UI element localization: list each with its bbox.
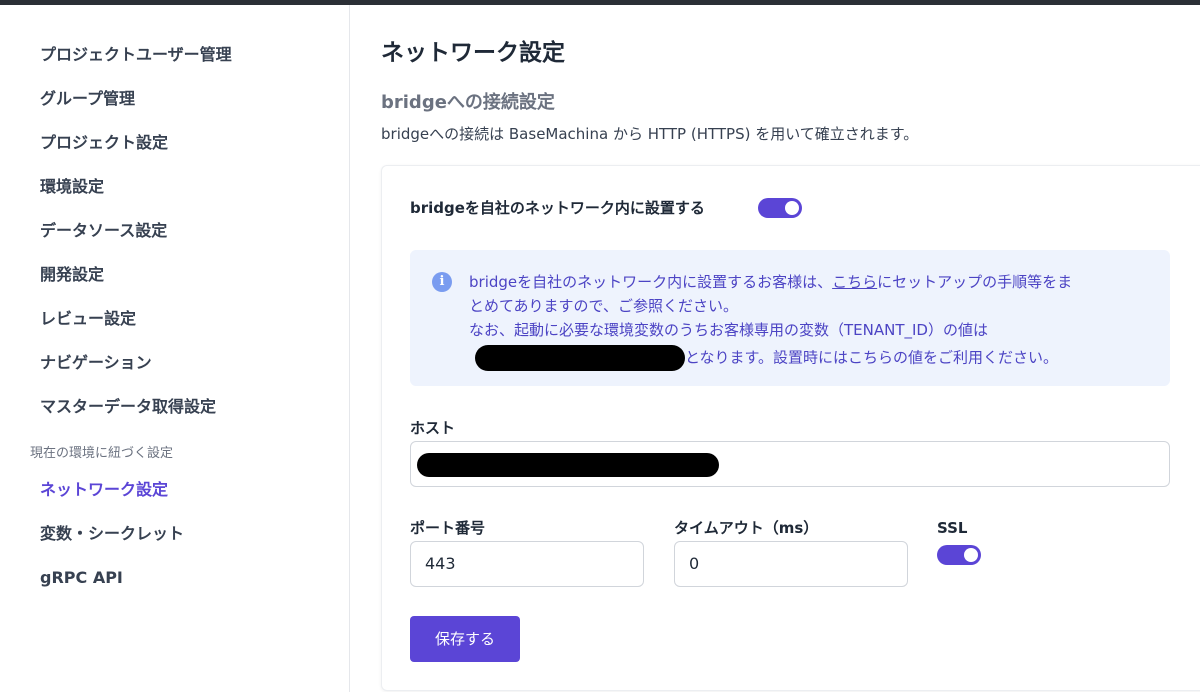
host-label: ホスト <box>410 419 456 437</box>
port-input[interactable]: 443 <box>410 541 644 587</box>
toggle-knob <box>785 201 799 215</box>
self-host-toggle[interactable] <box>758 198 802 218</box>
port-label: ポート番号 <box>410 519 486 537</box>
sidebar-item-review[interactable]: レビュー設定 <box>40 308 136 330</box>
sidebar-item-groups[interactable]: グループ管理 <box>40 88 135 110</box>
info-line-4-post: となります。設置時にはこちらの値をご利用ください。 <box>685 348 1059 367</box>
section-title: bridgeへの接続設定 <box>381 92 555 113</box>
info-line-3: なお、起動に必要な環境変数のうちお客様専用の変数（TENANT_ID）の値は <box>469 321 988 339</box>
sidebar-item-datasource[interactable]: データソース設定 <box>40 220 167 242</box>
info-box: i bridgeを自社のネットワーク内に設置するお客様は、こちらにセットアップの… <box>410 250 1170 386</box>
sidebar-item-project-settings[interactable]: プロジェクト設定 <box>40 132 168 154</box>
ssl-toggle[interactable] <box>937 545 981 565</box>
timeout-label: タイムアウト（ms） <box>674 519 819 537</box>
bridge-settings-card: bridgeを自社のネットワーク内に設置する i bridgeを自社のネットワー… <box>381 165 1200 691</box>
timeout-input[interactable]: 0 <box>674 541 908 587</box>
sidebar-item-master-data[interactable]: マスターデータ取得設定 <box>40 396 216 418</box>
sidebar: プロジェクトユーザー管理 グループ管理 プロジェクト設定 環境設定 データソース… <box>0 5 350 692</box>
info-icon: i <box>432 272 452 292</box>
info-line-1-pre: bridgeを自社のネットワーク内に設置するお客様は、 <box>469 273 833 291</box>
sidebar-item-project-users[interactable]: プロジェクトユーザー管理 <box>40 44 232 66</box>
self-host-label: bridgeを自社のネットワーク内に設置する <box>410 199 705 217</box>
page-title: ネットワーク設定 <box>381 40 565 66</box>
sidebar-item-variables-secrets[interactable]: 変数・シークレット <box>40 523 184 545</box>
host-value-redacted <box>417 453 719 477</box>
sidebar-item-environment[interactable]: 環境設定 <box>40 176 104 198</box>
sidebar-item-development[interactable]: 開発設定 <box>40 264 104 286</box>
sidebar-item-network[interactable]: ネットワーク設定 <box>40 479 168 501</box>
sidebar-item-grpc-api[interactable]: gRPC API <box>40 567 123 589</box>
info-text: bridgeを自社のネットワーク内に設置するお客様は、こちらにセットアップの手順… <box>469 270 1159 371</box>
sidebar-item-navigation[interactable]: ナビゲーション <box>40 352 152 374</box>
section-description: bridgeへの接続は BaseMachina から HTTP (HTTPS) … <box>381 125 919 143</box>
host-input[interactable] <box>410 441 1170 487</box>
toggle-knob <box>964 548 978 562</box>
tenant-id-redacted <box>475 345 685 371</box>
main-content: ネットワーク設定 bridgeへの接続設定 bridgeへの接続は BaseMa… <box>351 5 1200 692</box>
setup-guide-link[interactable]: こちら <box>832 273 877 291</box>
ssl-label: SSL <box>937 519 968 537</box>
info-line-2: とめてありますので、ご参照ください。 <box>469 297 738 315</box>
info-line-4: となります。設置時にはこちらの値をご利用ください。 <box>469 345 1159 371</box>
info-line-1: bridgeを自社のネットワーク内に設置するお客様は、こちらにセットアップの手順… <box>469 270 1159 294</box>
info-line-1-post: にセットアップの手順等をま <box>877 273 1073 291</box>
sidebar-section-label: 現在の環境に紐づく設定 <box>30 446 174 461</box>
save-button[interactable]: 保存する <box>410 616 520 662</box>
